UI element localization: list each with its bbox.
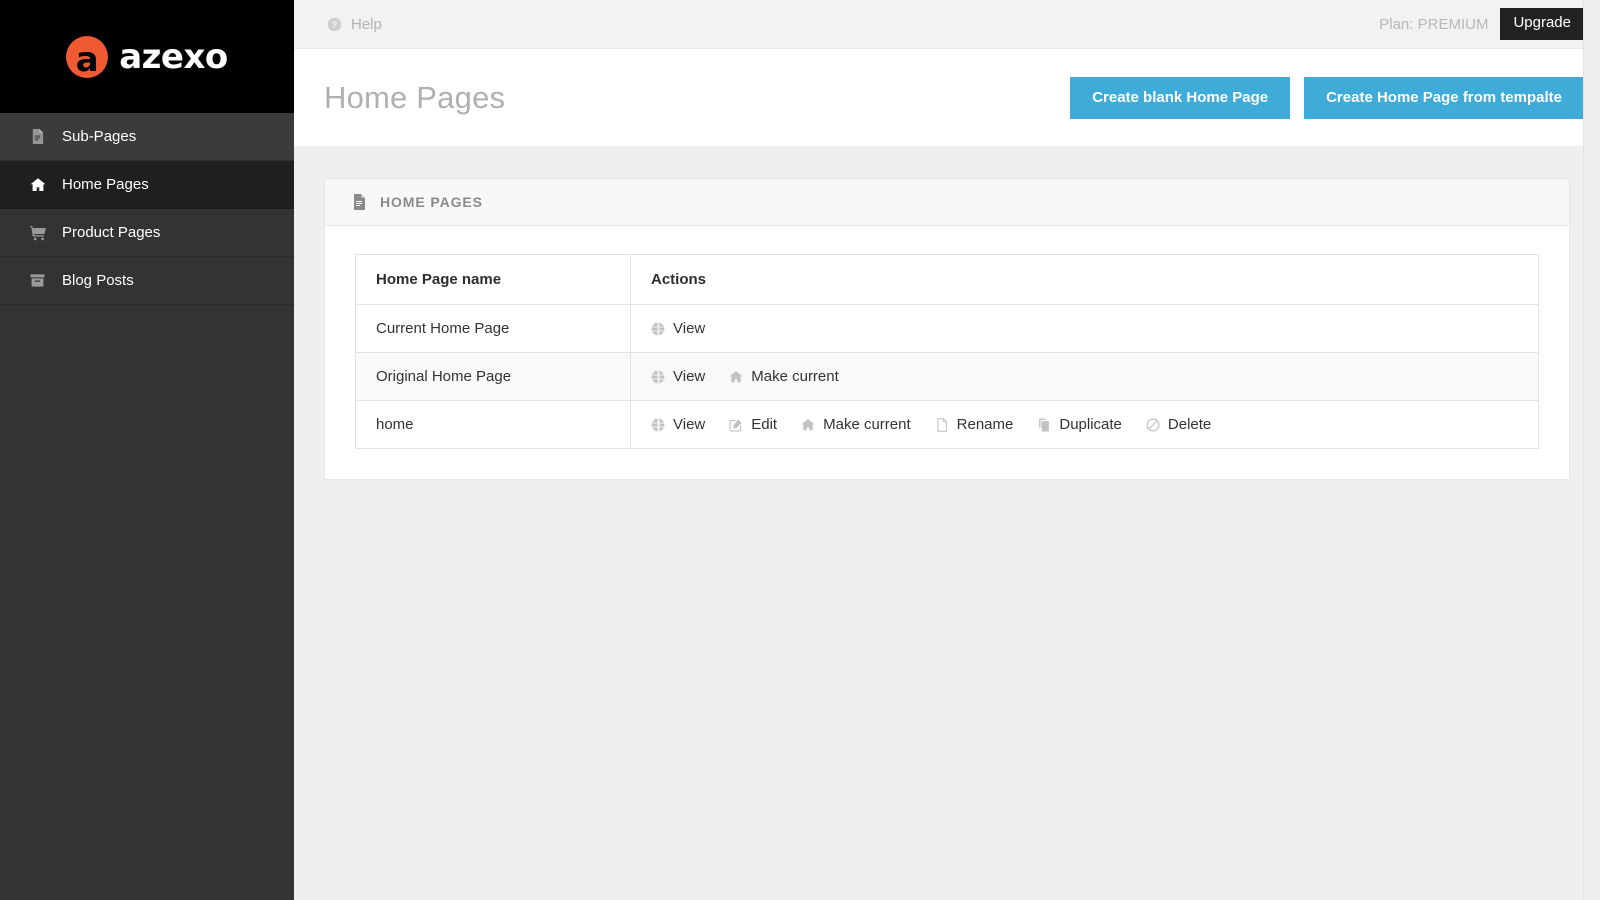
- file-icon: [351, 194, 367, 210]
- panel-body: Home Page name Actions Current Home Page: [325, 226, 1569, 479]
- actions-group: View: [651, 320, 1538, 337]
- action-view[interactable]: View: [651, 368, 705, 385]
- main-area: ? Help Plan: PREMIUM Upgrade Home Pages …: [294, 0, 1600, 900]
- action-duplicate[interactable]: Duplicate: [1037, 416, 1122, 433]
- cell-actions: View: [630, 304, 1539, 353]
- action-edit[interactable]: Edit: [729, 416, 777, 433]
- table-row: Current Home Page View: [355, 304, 1539, 353]
- home-icon: [729, 370, 743, 384]
- column-header-actions: Actions: [630, 254, 1539, 305]
- brand-mark-letter: a: [75, 39, 99, 80]
- action-label: View: [673, 416, 706, 433]
- app-root: a azexo Sub-Pages Home Pages Product Pag…: [0, 0, 1600, 900]
- action-label: View: [673, 368, 706, 385]
- sidebar-item-blog-posts[interactable]: Blog Posts: [0, 257, 294, 305]
- page-header: Home Pages Create blank Home Page Create…: [294, 49, 1600, 146]
- cart-icon: [29, 224, 46, 241]
- content-area: HOME PAGES Home Page name Actions Curren…: [294, 146, 1600, 900]
- action-label: View: [673, 320, 706, 337]
- cell-actions: View Make current: [630, 352, 1539, 401]
- create-home-page-from-template-button[interactable]: Create Home Page from tempalte: [1304, 76, 1584, 119]
- azexo-logo-icon: a: [66, 35, 109, 80]
- globe-icon: [651, 369, 665, 384]
- table-row: home View Edit Make current Rename Dupli…: [355, 400, 1539, 449]
- sidebar-item-label: Home Pages: [62, 176, 149, 193]
- topbar: ? Help Plan: PREMIUM Upgrade: [294, 0, 1600, 49]
- create-blank-home-page-button[interactable]: Create blank Home Page: [1070, 76, 1291, 119]
- sidebar-item-label: Product Pages: [62, 224, 161, 241]
- action-label: Duplicate: [1059, 416, 1122, 433]
- table-body: Current Home Page View Original Home Pag…: [355, 304, 1539, 449]
- copy-icon: [1037, 418, 1051, 432]
- upgrade-button[interactable]: Upgrade: [1500, 8, 1584, 40]
- cell-home-page-name: Current Home Page: [355, 304, 631, 353]
- action-view[interactable]: View: [651, 320, 705, 337]
- file-icon: [935, 417, 949, 432]
- ban-icon: [1146, 418, 1160, 432]
- action-view[interactable]: View: [651, 416, 705, 433]
- archive-icon: [29, 272, 46, 289]
- brand-name: azexo: [119, 36, 228, 77]
- action-label: Delete: [1167, 416, 1212, 433]
- action-delete[interactable]: Delete: [1146, 416, 1211, 433]
- plan-badge: Plan: PREMIUM: [1379, 15, 1489, 33]
- column-header-name: Home Page name: [355, 254, 631, 305]
- sidebar-nav: Sub-Pages Home Pages Product Pages Blog …: [0, 113, 294, 305]
- help-label: Help: [351, 15, 382, 33]
- action-make-current[interactable]: Make current: [729, 368, 839, 385]
- vertical-scrollbar[interactable]: [1583, 0, 1600, 900]
- sidebar-item-product-pages[interactable]: Product Pages: [0, 209, 294, 257]
- home-pages-table: Home Page name Actions Current Home Page: [355, 254, 1539, 449]
- actions-group: View: [651, 416, 1538, 433]
- cell-actions: View: [631, 401, 1539, 449]
- globe-icon: [651, 417, 665, 432]
- pencil-square-icon: [729, 418, 743, 432]
- sidebar-item-home-pages[interactable]: Home Pages: [0, 161, 294, 209]
- table-header-row: Home Page name Actions: [355, 254, 1539, 305]
- globe-icon: [651, 321, 665, 336]
- panel-header: HOME PAGES: [325, 179, 1569, 226]
- help-link[interactable]: ? Help: [314, 16, 382, 33]
- action-label: Rename: [956, 416, 1014, 433]
- page-header-actions: Create blank Home Page Create Home Page …: [1070, 76, 1584, 119]
- action-label: Make current: [751, 368, 839, 385]
- file-icon: [29, 128, 46, 145]
- action-label: Make current: [823, 416, 911, 433]
- table-head: Home Page name Actions: [355, 254, 1539, 305]
- brand-logo[interactable]: a azexo: [0, 0, 294, 113]
- sidebar-item-label: Sub-Pages: [62, 128, 137, 145]
- action-label: Edit: [751, 416, 778, 433]
- action-rename[interactable]: Rename: [935, 416, 1014, 433]
- page-title: Home Pages: [324, 79, 506, 115]
- sidebar: a azexo Sub-Pages Home Pages Product Pag…: [0, 0, 294, 900]
- sidebar-item-sub-pages[interactable]: Sub-Pages: [0, 113, 294, 161]
- table-row: Original Home Page View Make current: [355, 352, 1539, 401]
- svg-text:?: ?: [332, 19, 337, 29]
- sidebar-item-label: Blog Posts: [62, 272, 134, 289]
- panel-title: HOME PAGES: [380, 194, 483, 210]
- home-icon: [29, 176, 46, 193]
- question-circle-icon: ?: [327, 17, 342, 32]
- action-make-current[interactable]: Make current: [801, 416, 911, 433]
- cell-home-page-name: home: [355, 400, 631, 449]
- cell-home-page-name: Original Home Page: [355, 352, 631, 401]
- actions-group: View Make current: [651, 368, 1538, 385]
- home-icon: [801, 418, 815, 432]
- home-pages-panel: HOME PAGES Home Page name Actions Curren…: [324, 178, 1570, 480]
